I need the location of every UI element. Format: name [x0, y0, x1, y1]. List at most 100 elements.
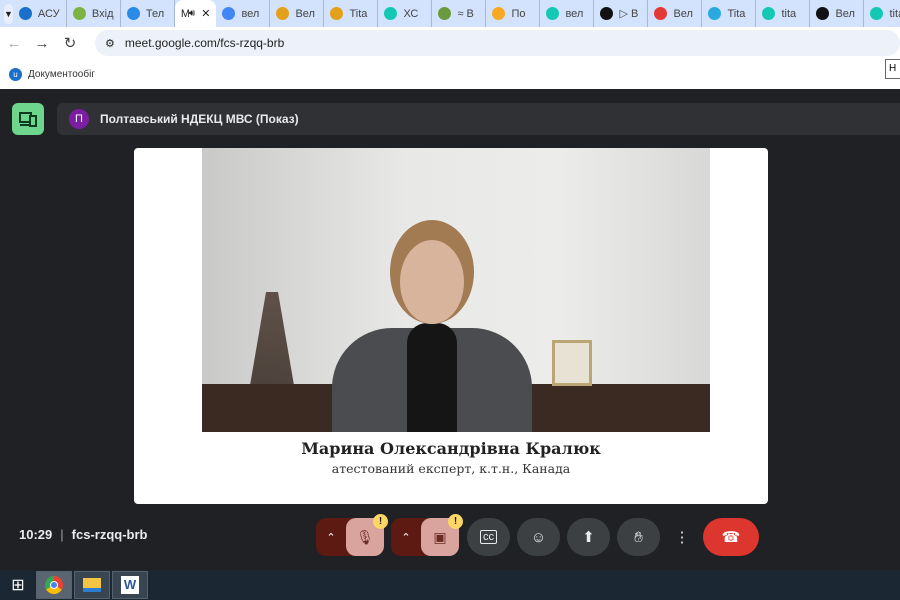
present-button[interactable]: ⬆ — [567, 518, 610, 556]
taskbar-file-explorer[interactable] — [74, 571, 110, 599]
leave-call-button[interactable]: ☎︎ — [703, 518, 759, 556]
tab-label: tita — [889, 7, 900, 20]
bookmarks-bar: u Документообіг — [0, 59, 900, 89]
tab-favicon-icon — [222, 7, 236, 20]
tab-favicon-icon — [72, 7, 86, 20]
tab-favicon-icon — [276, 7, 290, 20]
tooltip: Н — [885, 59, 900, 79]
tab-favicon-icon — [384, 7, 398, 20]
tab-label: Tita — [727, 7, 746, 20]
camera-control-group: ⌃ ▣! — [391, 514, 463, 556]
presenter-avatar: П — [69, 109, 89, 129]
tab-strip: ▼ АСУ Вхід Тел М 🔊︎ ✕ вел Вел Tita ХС ≈ В По вел ▷ В В… — [0, 0, 900, 27]
tab-label: Вхід — [91, 7, 114, 20]
browser-tab[interactable]: Вел — [810, 0, 865, 27]
warning-badge: ! — [448, 514, 463, 529]
end-call-icon: ☎︎ — [721, 529, 741, 546]
raise-hand-button[interactable]: ✋︎ — [617, 518, 660, 556]
presentation-title-bar: П Полтавський НДЕКЦ МВС (Показ) — [57, 103, 900, 135]
address-bar[interactable]: ⚙ meet.google.com/fcs-rzqq-brb — [95, 30, 900, 56]
camera-off-icon: ▣ — [433, 528, 447, 545]
camera-toggle-button[interactable]: ▣! — [421, 514, 463, 556]
browser-tab[interactable]: Вел — [270, 0, 325, 27]
browser-toolbar: ← → ↻ ⚙ meet.google.com/fcs-rzqq-brb — [0, 27, 900, 59]
warning-badge: ! — [373, 514, 388, 529]
speaker-head — [400, 240, 464, 324]
tab-favicon-icon — [816, 7, 830, 20]
folder-icon — [83, 578, 101, 592]
tab-label: ≈ В — [457, 7, 474, 20]
tab-label: Тел — [145, 7, 165, 20]
device-button[interactable] — [12, 103, 44, 135]
meeting-time: 10:29 — [19, 527, 53, 542]
windows-start-button[interactable]: ⊞ — [0, 575, 36, 595]
browser-tab[interactable]: вел — [540, 0, 595, 27]
tab-label: АСУ — [37, 7, 60, 20]
tab-favicon-icon — [546, 7, 560, 20]
back-button[interactable]: ← — [0, 35, 28, 52]
presenter-title: Полтавський НДЕКЦ МВС (Показ) — [100, 112, 299, 126]
tab-favicon-icon — [654, 7, 668, 20]
meeting-info: 10:29 | fcs-rzqq-brb — [19, 527, 148, 542]
certificate-frame — [552, 340, 592, 386]
tab-label: По — [511, 7, 526, 20]
taskbar-word[interactable]: W — [112, 571, 148, 599]
tab-favicon-icon — [708, 7, 722, 20]
browser-tab[interactable]: По — [486, 0, 541, 27]
bookmark-favicon-icon: u — [9, 67, 22, 81]
url-text: meet.google.com/fcs-rzqq-brb — [124, 36, 285, 50]
chevron-down-icon: ▼ — [4, 8, 13, 19]
taskbar-chrome[interactable] — [36, 571, 72, 599]
browser-tab[interactable]: Tita — [702, 0, 757, 27]
browser-tab[interactable]: Tita — [324, 0, 379, 27]
browser-tab[interactable]: ХС — [378, 0, 433, 27]
tab-favicon-icon — [18, 7, 32, 20]
captions-button[interactable]: cc — [467, 518, 510, 556]
browser-tab[interactable]: Вхід — [67, 0, 121, 27]
windows-taskbar: ⊞ W — [0, 570, 900, 600]
browser-tab[interactable]: М 🔊︎ ✕ — [174, 0, 217, 27]
tab-favicon-icon — [600, 7, 614, 20]
tab-search-button[interactable]: ▼ — [4, 3, 13, 24]
video-options-button[interactable]: ⌃ — [391, 531, 421, 544]
hand-icon: ✋︎ — [634, 528, 643, 546]
speaker-video — [202, 148, 710, 432]
emoji-icon: ☺ — [530, 528, 547, 546]
browser-tab[interactable]: АСУ — [13, 0, 67, 27]
more-options-button[interactable]: ⋮ — [665, 518, 699, 556]
speaker-role: атестований експерт, к.т.н., Канада — [331, 461, 571, 476]
tab-label: вел — [565, 7, 584, 20]
audio-options-button[interactable]: ⌃ — [316, 531, 346, 544]
browser-tab[interactable]: tita — [756, 0, 811, 27]
chrome-icon — [45, 576, 63, 594]
browser-tab[interactable]: вел — [216, 0, 271, 27]
audio-playing-icon[interactable]: 🔊︎ — [189, 8, 195, 19]
mic-off-icon: 🎙︎ — [356, 528, 374, 545]
browser-tab[interactable]: ≈ В — [432, 0, 487, 27]
tab-favicon-icon — [438, 7, 452, 20]
shared-screen: Марина Олександрівна Кралюк атестований … — [134, 148, 768, 504]
mic-toggle-button[interactable]: 🎙︎! — [346, 514, 388, 556]
bookmark-documentoobig[interactable]: Документообіг — [28, 69, 95, 80]
tab-label: Tita — [349, 7, 368, 20]
tab-label: М — [180, 7, 189, 20]
tab-label: tita — [781, 7, 797, 20]
reload-button[interactable]: ↻ — [56, 34, 84, 52]
browser-tab[interactable]: Вел — [648, 0, 703, 27]
reactions-button[interactable]: ☺ — [517, 518, 560, 556]
close-tab-icon[interactable]: ✕ — [201, 7, 210, 20]
browser-tab[interactable]: Тел — [121, 0, 175, 27]
mic-control-group: ⌃ 🎙︎! — [316, 514, 388, 556]
captions-icon: cc — [480, 530, 497, 544]
tab-label: ▷ В — [619, 8, 639, 20]
browser-tab[interactable]: ▷ В — [594, 0, 649, 27]
tab-label: вел — [241, 7, 260, 20]
browser-tab[interactable]: tita — [864, 0, 900, 27]
forward-button[interactable]: → — [28, 35, 56, 52]
tab-label: Вел — [835, 7, 855, 20]
tab-favicon-icon — [762, 7, 776, 20]
tab-label: Вел — [673, 7, 693, 20]
tab-favicon-icon — [126, 7, 140, 20]
site-settings-icon[interactable]: ⚙ — [105, 37, 115, 50]
speaker-top — [407, 323, 457, 432]
